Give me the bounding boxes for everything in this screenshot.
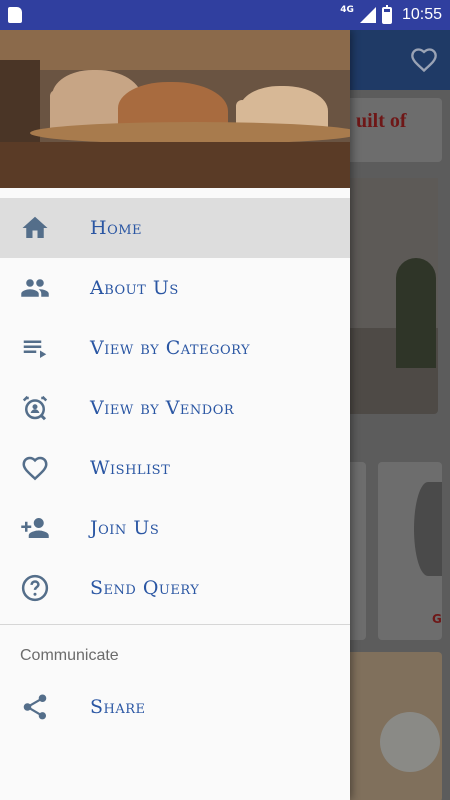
section-title-communicate: Communicate <box>20 647 119 664</box>
background-card-text: G <box>432 612 442 626</box>
navigation-drawer: Home About Us View by Category View by V… <box>0 30 350 800</box>
add-person-icon <box>0 513 90 543</box>
drawer-menu: Home About Us View by Category View by V… <box>0 198 350 737</box>
people-icon <box>0 273 90 303</box>
help-circle-icon <box>0 573 90 603</box>
menu-item-home[interactable]: Home <box>0 198 350 258</box>
background-image-card <box>340 652 442 800</box>
background-card: uilt of <box>340 98 442 162</box>
menu-item-label: View by Vendor <box>90 397 235 419</box>
heart-icon <box>0 453 90 483</box>
signal-icon <box>359 7 376 23</box>
menu-item-label: Home <box>90 217 143 239</box>
wishlist-heart-icon[interactable] <box>410 46 438 74</box>
menu-item-label: Wishlist <box>90 457 171 479</box>
background-image-card <box>340 178 438 414</box>
share-icon <box>0 692 90 722</box>
menu-item-join-us[interactable]: Join Us <box>0 498 350 558</box>
status-bar: 4G 10:55 <box>0 0 450 30</box>
menu-item-label: Share <box>90 696 146 718</box>
category-list-icon <box>0 333 90 363</box>
menu-item-wishlist[interactable]: Wishlist <box>0 438 350 498</box>
menu-item-label: Send Query <box>90 577 200 599</box>
menu-item-share[interactable]: Share <box>0 677 350 737</box>
network-type: 4G <box>340 5 354 15</box>
menu-item-label: View by Category <box>90 337 251 359</box>
drawer-header-image <box>0 30 350 188</box>
menu-item-view-by-vendor[interactable]: View by Vendor <box>0 378 350 438</box>
sd-card-icon <box>8 7 22 23</box>
clock: 10:55 <box>401 6 442 23</box>
menu-item-label: Join Us <box>90 517 160 539</box>
background-card: G <box>378 462 442 640</box>
menu-item-send-query[interactable]: Send Query <box>0 558 350 618</box>
battery-icon <box>381 4 392 24</box>
menu-item-view-by-category[interactable]: View by Category <box>0 318 350 378</box>
menu-item-label: About Us <box>90 277 179 299</box>
vendor-icon <box>0 393 90 423</box>
background-card-text: uilt of <box>356 110 407 132</box>
home-icon <box>0 213 90 243</box>
menu-item-about-us[interactable]: About Us <box>0 258 350 318</box>
